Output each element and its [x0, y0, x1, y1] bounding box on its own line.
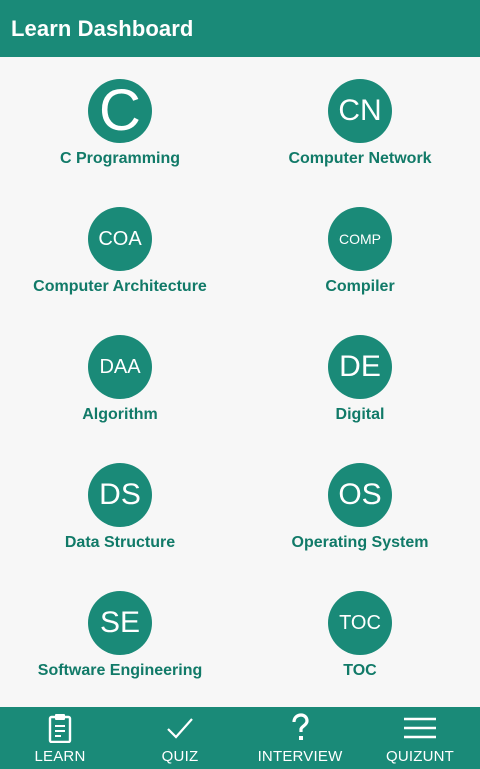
- subject-tile-os[interactable]: OS Operating System: [240, 441, 480, 569]
- subject-tile-daa[interactable]: DAA Algorithm: [0, 313, 240, 441]
- subject-tile-ds[interactable]: DS Data Structure: [0, 441, 240, 569]
- nav-label: INTERVIEW: [257, 748, 343, 765]
- nav-label: LEARN: [34, 748, 86, 765]
- subject-circle: DE: [328, 335, 392, 399]
- subject-circle: C: [88, 79, 152, 143]
- subject-circle: CN: [328, 79, 392, 143]
- bottom-navigation: LEARN QUIZ INTERVIEW QUIZUNT: [0, 707, 480, 769]
- app-bar: Learn Dashboard: [0, 0, 480, 57]
- subject-grid: C C Programming CN Computer Network COA …: [0, 57, 480, 707]
- subject-tile-comp[interactable]: COMP Compiler: [240, 185, 480, 313]
- subject-tile-cn[interactable]: CN Computer Network: [240, 57, 480, 185]
- subject-tile-se[interactable]: SE Software Engineering: [0, 569, 240, 697]
- nav-label: QUIZ: [161, 748, 199, 765]
- subject-tile-toc[interactable]: TOC TOC: [240, 569, 480, 697]
- subject-circle: OS: [328, 463, 392, 527]
- nav-item-quizunt[interactable]: QUIZUNT: [360, 707, 480, 769]
- menu-icon: [403, 711, 437, 745]
- subject-label: Computer Architecture: [33, 278, 207, 295]
- subject-label: C Programming: [59, 150, 180, 167]
- subject-label: Operating System: [291, 534, 429, 551]
- subject-circle: COMP: [328, 207, 392, 271]
- nav-label: QUIZUNT: [385, 748, 455, 765]
- nav-item-quiz[interactable]: QUIZ: [120, 707, 240, 769]
- subject-label: TOC: [343, 662, 377, 679]
- subject-label: Compiler: [325, 278, 395, 295]
- subject-circle: COA: [88, 207, 152, 271]
- nav-item-learn[interactable]: LEARN: [0, 707, 120, 769]
- subject-label: Software Engineering: [37, 662, 203, 679]
- subject-circle: TOC: [328, 591, 392, 655]
- question-icon: [290, 711, 310, 745]
- subject-label: Digital: [335, 406, 385, 423]
- subject-label: Computer Network: [288, 150, 432, 167]
- subject-tile-coa[interactable]: COA Computer Architecture: [0, 185, 240, 313]
- check-icon: [165, 711, 195, 745]
- subject-circle: DS: [88, 463, 152, 527]
- nav-item-interview[interactable]: INTERVIEW: [240, 707, 360, 769]
- subject-circle: SE: [88, 591, 152, 655]
- clipboard-icon: [48, 711, 72, 745]
- subject-tile-de[interactable]: DE Digital: [240, 313, 480, 441]
- subject-label: Data Structure: [64, 534, 176, 551]
- subject-label: Algorithm: [82, 406, 158, 423]
- subject-circle: DAA: [88, 335, 152, 399]
- subject-tile-c[interactable]: C C Programming: [0, 57, 240, 185]
- page-title: Learn Dashboard: [11, 15, 194, 41]
